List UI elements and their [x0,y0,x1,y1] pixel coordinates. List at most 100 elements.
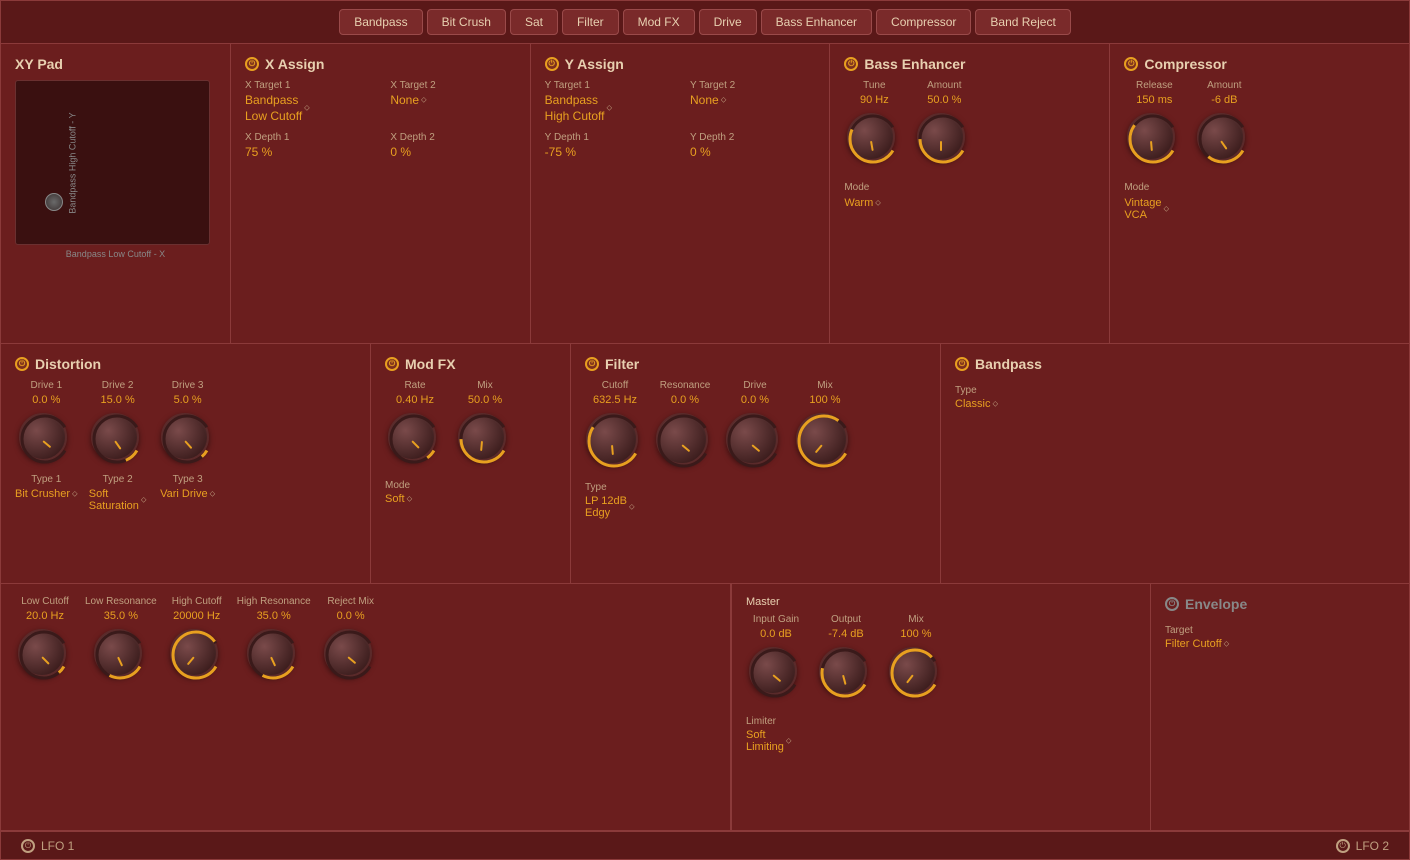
x-target1-value[interactable]: BandpassLow Cutoff ⬦ [245,93,370,124]
x-depth2-field: X Depth 2 0 % [390,132,515,159]
comp-release-arc [1126,112,1180,166]
distortion-power-icon[interactable]: ⏻ [15,357,29,371]
low-cutoff-knob[interactable] [18,629,66,677]
reject-mix-knob[interactable] [324,629,372,677]
filter-power-icon[interactable]: ⏻ [585,357,599,371]
distortion-knobs: Drive 1 0.0 % Type 1 Bi [15,380,356,512]
modfx-rate-group: Rate 0.40 Hz [385,380,445,467]
bandpass-panel: ⏻ Bandpass Type Classic ⬦ [941,344,1409,583]
modfx-rate-arc [387,412,441,466]
bass-mode-dropdown[interactable]: Warm ⬦ [844,197,1095,209]
y-depth2-value[interactable]: 0 % [690,145,815,159]
comp-amount-knob[interactable] [1197,113,1245,161]
drive1-arc [18,412,72,466]
y-depth2-field: Y Depth 2 0 % [690,132,815,159]
bot-row: Low Cutoff 20.0 Hz [1,584,1409,831]
tab-sat[interactable]: Sat [510,9,558,35]
y-assign-panel: ⏻ Y Assign Y Target 1 BandpassHigh Cutof… [531,44,831,343]
bass-tune-group: Tune 90 Hz [844,80,904,167]
high-resonance-knob[interactable] [247,629,295,677]
modfx-title: ⏻ Mod FX [385,356,556,372]
xy-pad-canvas[interactable]: Bandpass High Cutoff - Y [15,80,210,245]
filter-mix-knob[interactable] [796,413,848,465]
x-depth2-value[interactable]: 0 % [390,145,515,159]
modfx-mode-dropdown[interactable]: Soft ⬦ [385,493,556,505]
filter-resonance-knob[interactable] [656,413,708,465]
high-cutoff-knob[interactable] [170,629,218,677]
comp-amount-group: Amount -6 dB [1194,80,1254,167]
x-assign-power-icon[interactable]: ⏻ [245,57,259,71]
tab-drive[interactable]: Drive [699,9,757,35]
tab-bass-enhancer[interactable]: Bass Enhancer [761,9,872,35]
filter-drive-arc [725,412,783,470]
mid-row: ⏻ Distortion Drive 1 0.0 % [1,344,1409,584]
drive1-knob[interactable] [19,413,67,461]
drive1-group: Drive 1 0.0 % Type 1 Bi [15,380,78,500]
tab-filter[interactable]: Filter [562,9,619,35]
y-assign-power-icon[interactable]: ⏻ [545,57,559,71]
tab-compressor[interactable]: Compressor [876,9,971,35]
envelope-power-icon[interactable]: ⏻ [1165,597,1179,611]
drive2-knob[interactable] [91,413,139,461]
y-assign-title: ⏻ Y Assign [545,56,816,72]
drive2-arc [90,412,144,466]
envelope-target-dropdown[interactable]: Filter Cutoff ⬦ [1165,638,1395,650]
master-input-gain-knob[interactable] [749,647,797,695]
x-depth1-value[interactable]: 75 % [245,145,370,159]
lfo2-power-icon[interactable]: ⏻ [1336,839,1350,853]
compressor-panel: ⏻ Compressor Release 150 ms [1110,44,1409,343]
x-depth1-field: X Depth 1 75 % [245,132,370,159]
master-output-knob[interactable] [819,647,867,695]
bandpass-type-group: Type Classic ⬦ [955,380,1395,410]
comp-amount-arc [1196,112,1250,166]
modfx-rate-knob[interactable] [388,413,436,461]
bass-mode-group: Mode Warm ⬦ [844,177,1095,209]
lfo1-power-icon[interactable]: ⏻ [21,839,35,853]
filter-knobs: Cutoff 632.5 Hz [585,380,926,471]
high-cutoff-arc [169,628,223,682]
tab-modfx[interactable]: Mod FX [623,9,695,35]
comp-release-knob[interactable] [1127,113,1175,161]
master-mix-arc [888,646,942,700]
drive2-type-dropdown[interactable]: SoftSaturation ⬦ [89,488,147,512]
y-depth1-value[interactable]: -75 % [545,145,670,159]
xy-cursor[interactable] [45,193,63,211]
bass-tune-knob[interactable] [847,113,895,161]
filter-type-dropdown[interactable]: LP 12dBEdgy ⬦ [585,495,926,519]
drive1-type-dropdown[interactable]: Bit Crusher ⬦ [15,488,78,500]
envelope-title: ⏻ Envelope [1165,596,1395,612]
tab-band-reject[interactable]: Band Reject [975,9,1070,35]
x-assign-grid: X Target 1 BandpassLow Cutoff ⬦ X Target… [245,80,516,160]
bass-amount-knob[interactable] [917,113,965,161]
bass-enhancer-power-icon[interactable]: ⏻ [844,57,858,71]
low-cutoff-group: Low Cutoff 20.0 Hz [15,596,75,683]
filter-drive-knob[interactable] [726,413,778,465]
x-assign-title: ⏻ X Assign [245,56,516,72]
bandpass-type-dropdown[interactable]: Classic ⬦ [955,398,1395,410]
master-limiter-group: Limiter SoftLimiting ⬦ [746,711,1136,753]
drive3-knob[interactable] [161,413,209,461]
drive3-type-dropdown[interactable]: Vari Drive ⬦ [160,488,215,500]
bandpass-power-icon[interactable]: ⏻ [955,357,969,371]
comp-mode-dropdown[interactable]: VintageVCA ⬦ [1124,197,1395,221]
filter-mix-group: Mix 100 % [795,380,855,471]
x-assign-panel: ⏻ X Assign X Target 1 BandpassLow Cutoff… [231,44,531,343]
y-target2-value[interactable]: None ⬦ [690,93,815,107]
modfx-power-icon[interactable]: ⏻ [385,357,399,371]
tab-bandpass[interactable]: Bandpass [339,9,422,35]
high-resonance-arc [246,628,300,682]
x-target2-value[interactable]: None ⬦ [390,93,515,107]
master-mix-group: Mix 100 % [886,614,946,701]
tab-bitcrush[interactable]: Bit Crush [427,9,506,35]
modfx-mix-knob[interactable] [458,413,506,461]
compressor-power-icon[interactable]: ⏻ [1124,57,1138,71]
y-target1-value[interactable]: BandpassHigh Cutoff ⬦ [545,93,670,124]
master-output-group: Output -7.4 dB [816,614,876,701]
band-reject-panel: Low Cutoff 20.0 Hz [1,584,731,830]
filter-panel: ⏻ Filter Cutoff 632.5 Hz [571,344,941,583]
drive3-arc [160,412,214,466]
master-limiter-dropdown[interactable]: SoftLimiting ⬦ [746,729,1136,753]
low-resonance-knob[interactable] [94,629,142,677]
filter-cutoff-knob[interactable] [586,413,638,465]
master-mix-knob[interactable] [889,647,937,695]
